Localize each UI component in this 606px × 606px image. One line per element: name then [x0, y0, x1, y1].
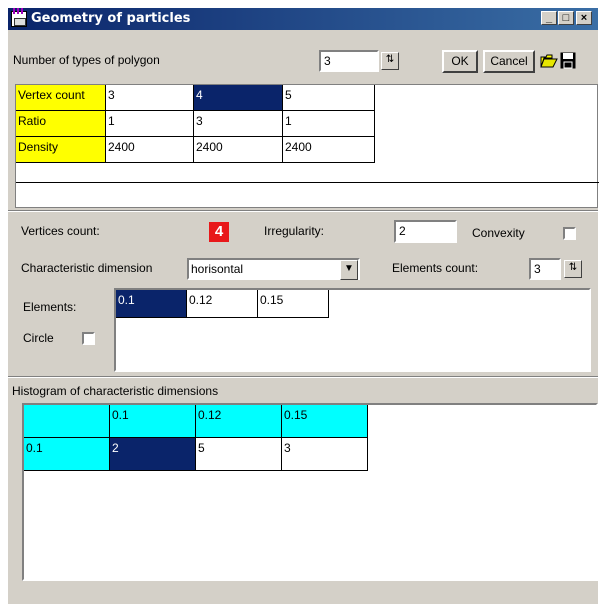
vertices-count-label: Vertices count: — [21, 224, 100, 238]
cancel-button[interactable]: Cancel — [483, 50, 535, 73]
table-cell[interactable]: 2400 — [194, 137, 283, 163]
vertices-count-value: 4 — [209, 222, 229, 242]
table-cell[interactable]: 2400 — [106, 137, 194, 163]
panel-divider — [8, 210, 598, 212]
types-value: 3 — [324, 54, 331, 68]
table-cell[interactable]: 3 — [106, 85, 194, 111]
row-header: Density — [16, 137, 106, 163]
chevron-down-icon[interactable]: ▼ — [340, 260, 358, 280]
element-cell[interactable]: 0.15 — [258, 290, 329, 318]
app-icon — [11, 8, 27, 27]
polygon-table: Vertex count 3 4 5 Ratio 1 3 1 Density 2400 2400 24… — [15, 84, 599, 208]
app-window: Geometry of particles _ □ × Number of ty… — [8, 8, 599, 604]
table-cell[interactable]: 2400 — [283, 137, 375, 163]
histogram-row-header: 0.1 — [24, 438, 110, 471]
types-label: Number of types of polygon — [13, 53, 160, 67]
window-title: Geometry of particles — [31, 11, 191, 26]
irregularity-label: Irregularity: — [264, 224, 325, 238]
title-bar[interactable]: Geometry of particles _ □ × — [8, 8, 598, 30]
minimize-button[interactable]: _ — [541, 11, 557, 25]
elements-count-value: 3 — [534, 262, 541, 276]
char-dim-select[interactable]: horisontal ▼ — [187, 258, 360, 280]
elements-table: 0.1 0.12 0.15 — [114, 288, 591, 372]
folder-open-icon[interactable] — [540, 53, 558, 69]
table-cell[interactable]: 1 — [106, 111, 194, 137]
histogram-cell[interactable]: 2 — [110, 438, 196, 471]
ok-button[interactable]: OK — [442, 50, 478, 73]
histogram-label: Histogram of characteristic dimensions — [12, 384, 219, 398]
elements-count-label: Elements count: — [392, 261, 479, 275]
table-cell[interactable]: 3 — [194, 111, 283, 137]
elements-count-field[interactable]: 3 — [529, 258, 561, 280]
histogram-col-header: 0.12 — [196, 405, 282, 438]
circle-label: Circle — [23, 331, 54, 345]
panel-divider — [8, 376, 598, 378]
row-header: Vertex count — [16, 85, 106, 111]
element-cell[interactable]: 0.12 — [187, 290, 258, 318]
floppy-disk-icon[interactable] — [560, 52, 576, 69]
types-spin-button[interactable]: ⇅ — [381, 52, 399, 70]
table-cell[interactable]: 5 — [283, 85, 375, 111]
close-button[interactable]: × — [576, 11, 592, 25]
histogram-table: 0.1 0.12 0.15 0.1 2 5 3 — [22, 403, 598, 581]
histogram-col-header: 0.15 — [282, 405, 368, 438]
irregularity-value: 2 — [399, 224, 406, 238]
types-field[interactable]: 3 — [319, 50, 379, 72]
histogram-cell[interactable]: 5 — [196, 438, 282, 471]
histogram-col-header — [24, 405, 110, 438]
maximize-button[interactable]: □ — [558, 11, 574, 25]
elements-label: Elements: — [23, 300, 77, 314]
table-blank-row — [16, 163, 599, 183]
row-header: Ratio — [16, 111, 106, 137]
histogram-cell[interactable]: 3 — [282, 438, 368, 471]
convexity-label: Convexity — [472, 226, 525, 240]
table-cell[interactable]: 4 — [194, 85, 283, 111]
char-dim-value: horisontal — [191, 262, 244, 276]
histogram-col-header: 0.1 — [110, 405, 196, 438]
convexity-checkbox[interactable] — [563, 227, 576, 240]
element-cell[interactable]: 0.1 — [116, 290, 187, 318]
circle-checkbox[interactable] — [82, 332, 95, 345]
char-dim-label: Characteristic dimension — [21, 261, 153, 275]
irregularity-field[interactable]: 2 — [394, 220, 457, 243]
table-cell[interactable]: 1 — [283, 111, 375, 137]
elements-count-spin-button[interactable]: ⇅ — [564, 260, 582, 278]
